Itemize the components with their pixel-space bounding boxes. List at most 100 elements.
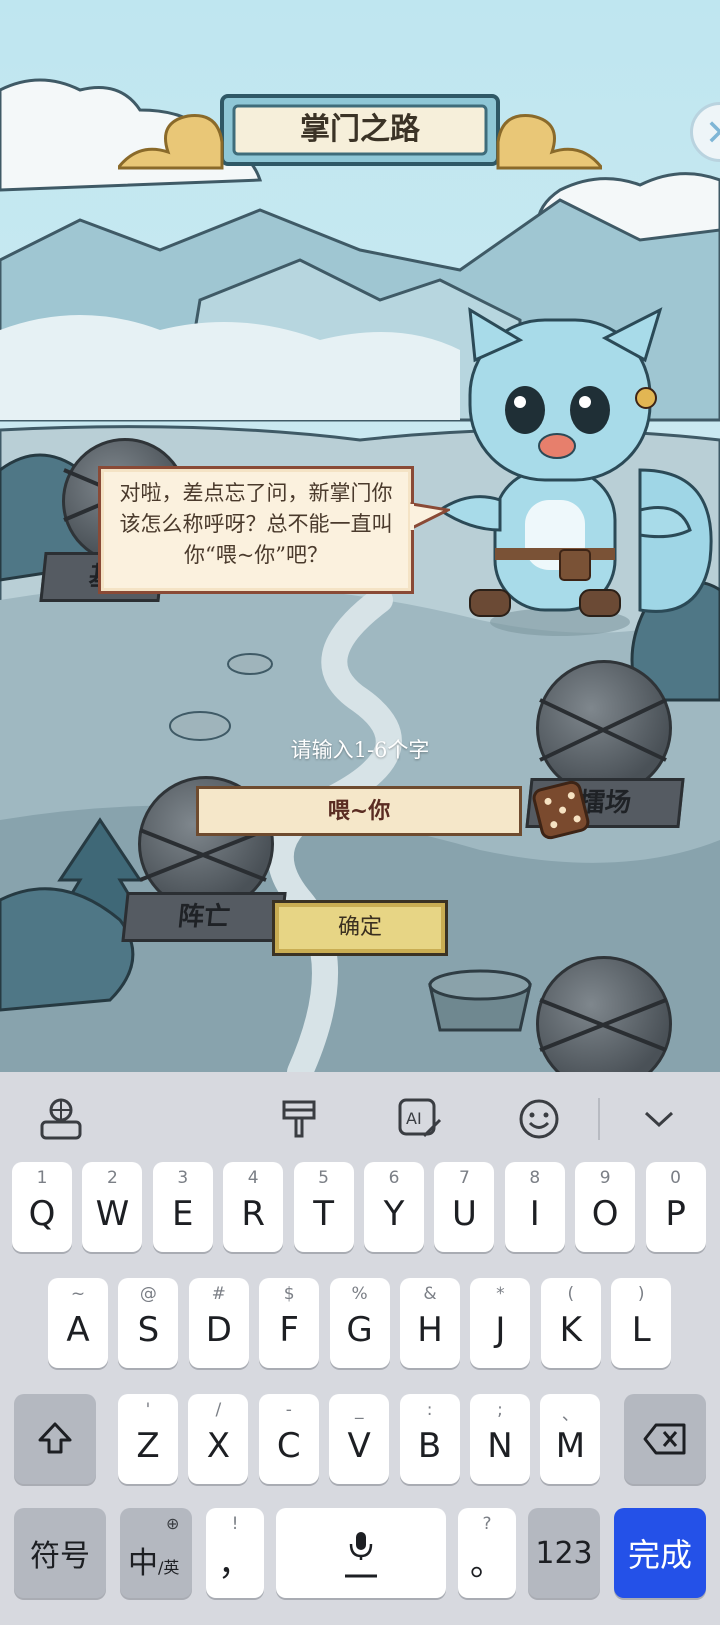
key-label: V (347, 1426, 371, 1466)
key-u[interactable]: 7U (434, 1162, 495, 1252)
key-label: A (66, 1310, 90, 1350)
confirm-button[interactable]: 确定 (272, 900, 448, 956)
key-label: P (665, 1194, 686, 1234)
key-i[interactable]: 8I (504, 1162, 565, 1252)
key-label: G (346, 1310, 373, 1350)
soft-keyboard: AI 符号 ⊕ 中 /英 ! ， ? 。 123 完成 1 Q 2 W 3 E … (0, 1072, 720, 1625)
globe-icon: ⊕ (166, 1514, 180, 1533)
key-hint: ) (637, 1284, 645, 1304)
key-hint: ~ (70, 1284, 86, 1304)
ai-pen-icon[interactable]: AI (396, 1096, 442, 1142)
shift-icon (38, 1422, 72, 1454)
svg-text:AI: AI (406, 1109, 422, 1128)
key-label: K (559, 1310, 582, 1350)
chevron-down-icon[interactable] (636, 1096, 682, 1142)
key-label: J (495, 1310, 506, 1350)
key-hint: ; (497, 1400, 503, 1420)
toolbar-divider (598, 1098, 600, 1140)
key-v[interactable]: _ V (329, 1394, 390, 1484)
key-z[interactable]: ' Z (118, 1394, 178, 1484)
key-hint: ' (145, 1400, 151, 1420)
key-f[interactable]: $ F (259, 1278, 320, 1368)
key-hint: 7 (458, 1168, 470, 1188)
period-hint: ? (482, 1514, 492, 1534)
key-hint: 5 (318, 1168, 329, 1188)
key-k[interactable]: (K (540, 1278, 601, 1368)
key-y[interactable]: 6Y (364, 1162, 424, 1252)
space-key[interactable] (276, 1508, 446, 1598)
key-hint: * (496, 1284, 505, 1304)
smiley-icon[interactable] (516, 1096, 562, 1142)
key-j[interactable]: * J (470, 1278, 531, 1368)
key-r[interactable]: 4R (223, 1162, 284, 1252)
key-hint: $ (283, 1284, 295, 1304)
period-label: 。 (470, 1544, 504, 1584)
key-o[interactable]: 9O (575, 1162, 636, 1252)
lang-sub: /英 (158, 1558, 180, 1577)
key-n[interactable]: ; N (470, 1394, 530, 1484)
key-t[interactable]: 5T (293, 1162, 354, 1252)
key-l[interactable]: ) L (611, 1278, 672, 1368)
key-b[interactable]: :B (399, 1394, 460, 1484)
key-g[interactable]: % G (329, 1278, 390, 1368)
key-label: C (276, 1426, 301, 1466)
key-label: W (95, 1194, 130, 1234)
key-label: D (205, 1310, 232, 1350)
key-q[interactable]: 1Q (12, 1162, 72, 1252)
key-hint: 、 (561, 1405, 579, 1425)
input-prompt: 请输入1-6个字 (290, 738, 430, 762)
key-label: Z (136, 1426, 160, 1466)
key-label: Q (28, 1194, 56, 1234)
key-e[interactable]: 3E (152, 1162, 213, 1252)
numbers-key[interactable]: 123 (528, 1508, 600, 1598)
key-label: E (172, 1194, 194, 1234)
key-label: S (137, 1310, 160, 1350)
paint-brush-icon[interactable] (276, 1096, 322, 1142)
dialog-text: 对啦，差点忘了问，新掌门你该怎么称呼呀？总不能一直叫你“喂~你”吧？ (119, 481, 393, 567)
symbols-key[interactable]: 符号 (14, 1508, 106, 1598)
key-label: T (313, 1194, 334, 1234)
key-label: B (417, 1426, 442, 1466)
key-hint: - (285, 1400, 292, 1420)
shift-key[interactable] (14, 1394, 96, 1484)
period-key[interactable]: ? 。 (458, 1508, 516, 1598)
key-label: Y (383, 1194, 405, 1234)
key-s[interactable]: @ S (118, 1278, 179, 1368)
done-key[interactable]: 完成 (614, 1508, 706, 1598)
keyboard-toolbar: AI (0, 1072, 720, 1164)
key-p[interactable]: 0P (645, 1162, 706, 1252)
key-hint: _ (354, 1400, 364, 1420)
key-hint: 8 (529, 1168, 541, 1188)
key-label: I (529, 1194, 540, 1234)
key-hint: @ (139, 1284, 157, 1304)
symbols-label: 符号 (30, 1539, 90, 1574)
numbers-label: 123 (535, 1535, 593, 1571)
key-x[interactable]: / X (188, 1394, 249, 1484)
keyboard-globe-icon[interactable] (38, 1096, 84, 1142)
game-scene: 掌门之路 ✕ 基 擂场 阵亡 对啦，差点忘了问，新掌门你该怎么称呼呀？总不能一直… (0, 0, 720, 1072)
name-input[interactable]: 喂~你 (196, 786, 522, 836)
key-hint: % (351, 1284, 368, 1304)
key-h[interactable]: & H (400, 1278, 460, 1368)
key-hint: / (215, 1400, 222, 1420)
key-hint: 6 (388, 1168, 400, 1188)
backspace-icon (643, 1423, 686, 1455)
key-label: H (417, 1310, 443, 1350)
key-m[interactable]: 、 M (540, 1394, 601, 1484)
backspace-key[interactable] (624, 1394, 706, 1484)
key-c[interactable]: -C (258, 1394, 319, 1484)
comma-key[interactable]: ! ， (206, 1508, 264, 1598)
key-hint: & (423, 1284, 437, 1304)
comma-label: ， (218, 1544, 252, 1584)
comma-hint: ! (231, 1514, 239, 1534)
language-switch-key[interactable]: ⊕ 中 /英 (120, 1508, 192, 1598)
key-d[interactable]: # D (188, 1278, 249, 1368)
key-a[interactable]: ~ A (48, 1278, 108, 1368)
key-label: L (631, 1310, 651, 1350)
key-hint: ( (567, 1284, 575, 1304)
key-label: X (206, 1426, 231, 1466)
lang-main: 中 (128, 1546, 158, 1581)
microphone-icon (345, 1532, 377, 1578)
key-hint: 4 (247, 1168, 259, 1188)
key-w[interactable]: 2W (82, 1162, 143, 1252)
